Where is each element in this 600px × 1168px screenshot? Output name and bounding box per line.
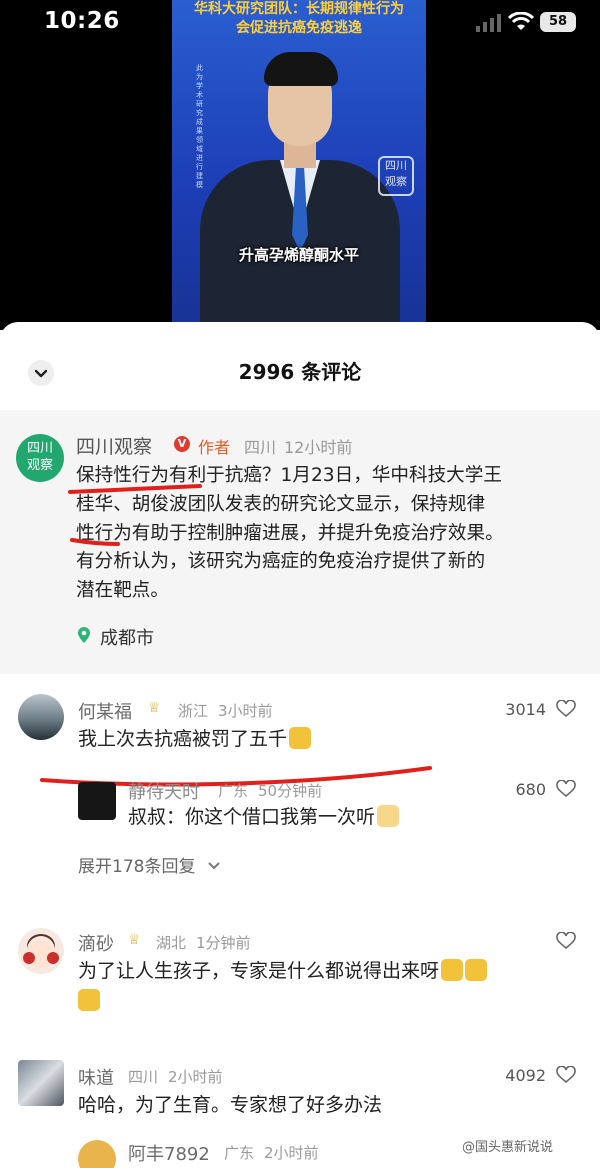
crown-icon: ♕ (148, 700, 161, 716)
station-logo-line-1: 四川 (385, 159, 407, 172)
comment-time: 2小时前 (168, 1068, 223, 1086)
comment-text: 我上次去抗癌被罚了五千 (78, 724, 312, 754)
video-subtitle: 升高孕烯醇酮水平 (238, 246, 359, 264)
comment-text-content: 我上次去抗癌被罚了五千 (78, 728, 288, 750)
comment-region: 浙江 (178, 702, 209, 720)
underline-mark (68, 484, 202, 494)
comment-region: 湖北 (156, 934, 187, 952)
reply-text-content: 叔叔：你这个借口我第一次听 (128, 806, 376, 828)
comment-username[interactable]: 味道 (78, 1064, 114, 1090)
status-bar: 10:26 58 (0, 0, 600, 46)
comment-region: 四川 (128, 1068, 159, 1086)
like-count: 4092 (505, 1066, 546, 1085)
comment-username[interactable]: 何某福 (78, 698, 132, 724)
heart-icon[interactable] (556, 1066, 576, 1084)
avatar[interactable] (18, 1060, 64, 1106)
chevron-down-icon (208, 862, 220, 870)
underline-mark (70, 538, 120, 546)
comment-time: 2小时前 (264, 1144, 319, 1162)
battery-icon: 58 (540, 12, 576, 32)
avatar[interactable] (78, 782, 116, 820)
side-caption: 此为学术研究成果领域进行建模 (196, 64, 203, 189)
thumbs-up-icon (465, 959, 488, 981)
comment-username[interactable]: 滴砂 (78, 930, 114, 956)
like-count: 3014 (505, 700, 546, 719)
reply-username[interactable]: 静待天时 (128, 778, 200, 804)
station-logo: 四川 观察 (378, 156, 414, 196)
anchor-hair (264, 52, 338, 86)
thumbs-up-icon (78, 989, 100, 1011)
avatar[interactable] (18, 928, 64, 974)
heart-icon[interactable] (556, 700, 576, 718)
comment-text-content: 为了让人生孩子，专家是什么都说得出来呀 (78, 960, 440, 982)
video-frame[interactable]: 华科大研究团队：长期规律性行为 会促进抗癌免疫逃逸 此为学术研究成果领域进行建模… (172, 0, 426, 324)
comment-text: 为了让人生孩子，专家是什么都说得出来呀 (78, 956, 558, 1016)
signal-icon (476, 14, 501, 32)
comment-time: 3小时前 (218, 702, 273, 720)
reply-text: 叔叔：你这个借口我第一次听 (128, 802, 400, 832)
expand-replies-label: 展开178条回复 (78, 857, 196, 877)
comment-region: 广东 (224, 1144, 255, 1162)
video-player[interactable]: 华科大研究团队：长期规律性行为 会促进抗癌免疫逃逸 此为学术研究成果领域进行建模… (0, 0, 600, 330)
comment-text: 哈哈，为了生育。专家想了好多办法 (78, 1094, 383, 1116)
comment-username[interactable]: 阿丰7892 (128, 1140, 210, 1166)
reply-time: 50分钟前 (258, 782, 323, 800)
reply-region: 广东 (218, 782, 249, 800)
wifi-icon (508, 12, 534, 30)
heart-icon[interactable] (556, 932, 576, 950)
avatar[interactable] (18, 694, 64, 740)
comments-sheet: 2996 条评论 四川 观察 四川观察 V 作者 四川 12小时前 保持性行为有… (0, 322, 600, 1168)
station-logo-line-2: 观察 (385, 175, 407, 188)
crying-face-emoji-icon (289, 727, 312, 749)
comment-time: 1分钟前 (196, 934, 251, 952)
heart-icon[interactable] (556, 780, 576, 798)
thumbs-up-icon (441, 959, 464, 981)
status-time: 10:26 (44, 8, 120, 34)
expand-replies-button[interactable]: 展开178条回复 (78, 852, 221, 877)
watermark: @国头惠新说说 (462, 1140, 554, 1155)
cartoon-avatar-icon (23, 934, 59, 968)
like-count: 680 (515, 780, 546, 799)
crown-icon: ♕ (128, 932, 141, 948)
cat-face-emoji-icon (377, 805, 400, 827)
